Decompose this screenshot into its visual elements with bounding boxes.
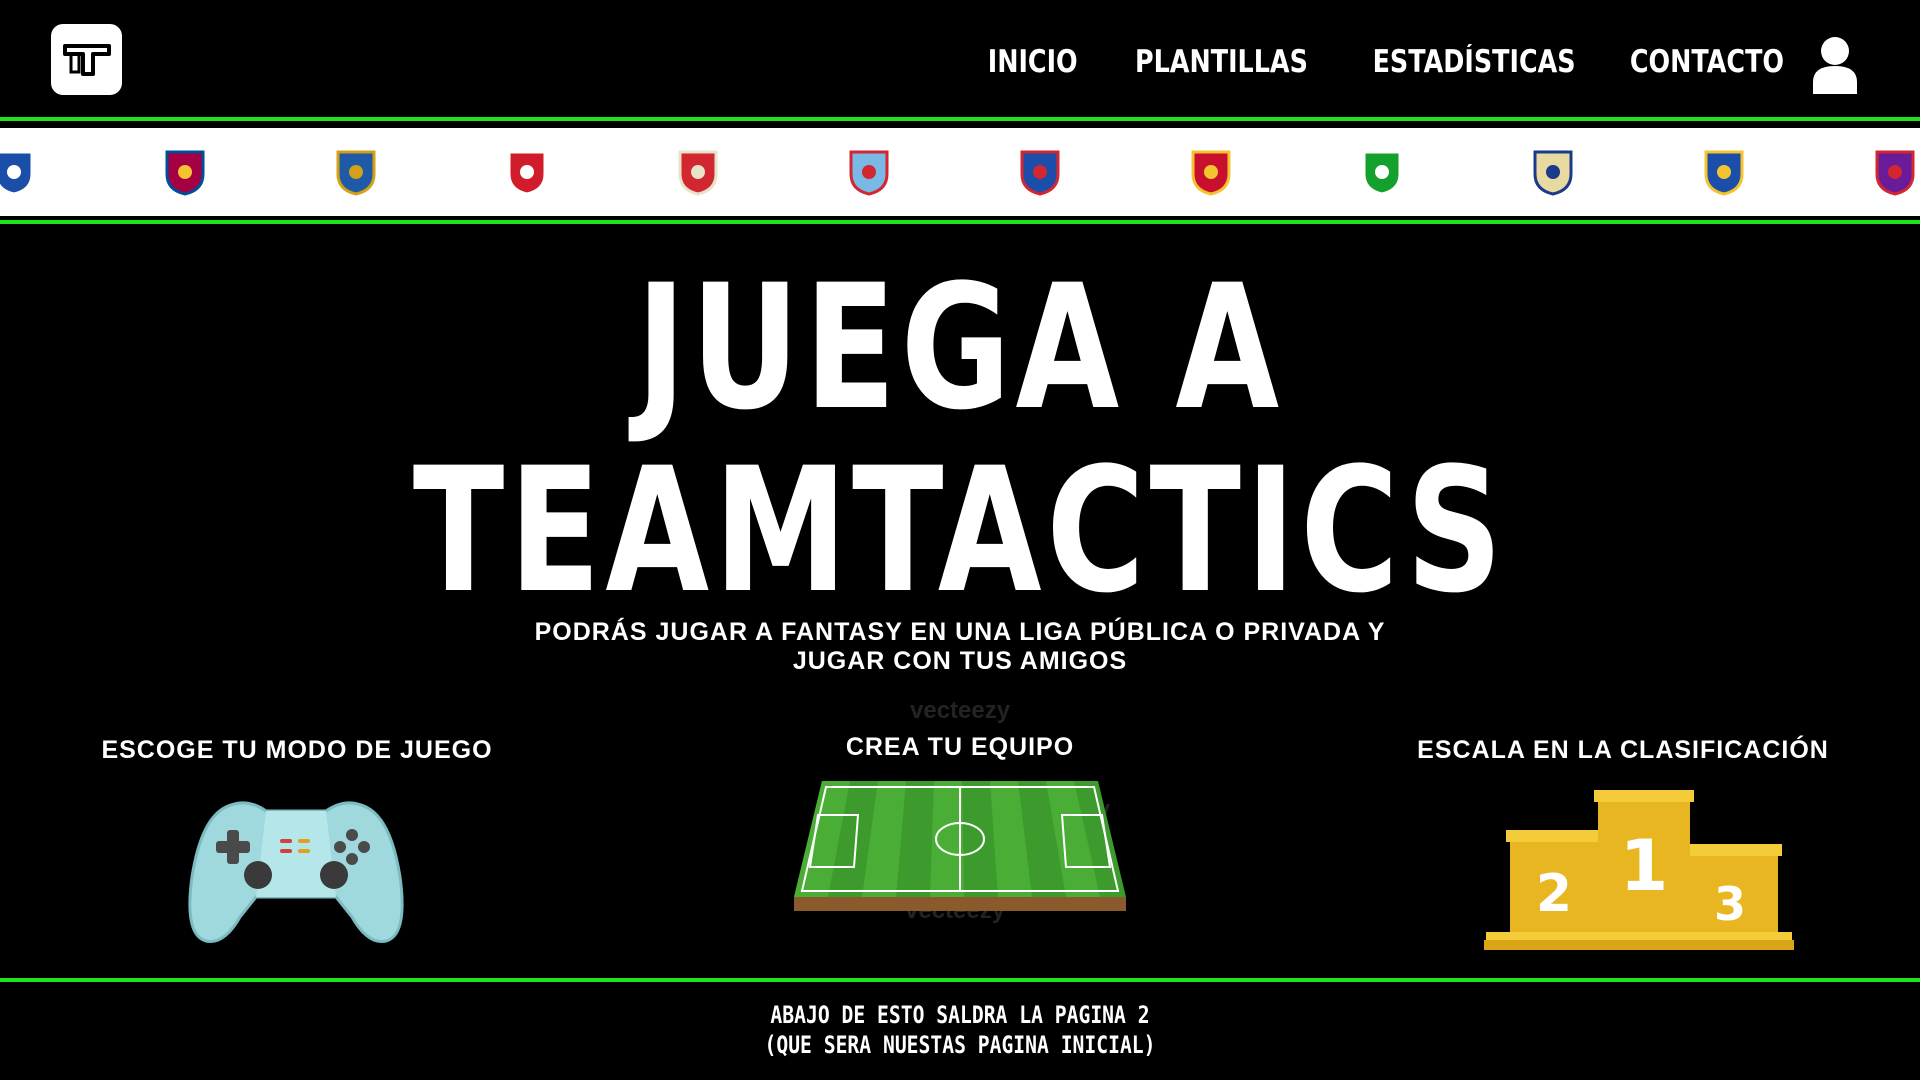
footer-note-line2: (QUE SERA NUESTAS PAGINA INICIAL) <box>764 1031 1156 1059</box>
team-logos: Alavés FC Barcelona Getafe Girona Rayo Valle… <box>0 150 1915 196</box>
header-divider <box>0 117 1920 121</box>
hero-subtitle: PODRÁS JUGAR A FANTASY EN UNA LIGA PÚBLI… <box>534 618 1386 675</box>
crest-getafe-icon[interactable]: Getafe <box>336 150 376 196</box>
crest-alaves-icon[interactable]: Alavés <box>0 150 34 196</box>
feature-label-ranking: ESCALA EN LA CLASIFICACIÓN <box>1417 736 1829 764</box>
crest-celta-de-vigo-icon[interactable]: Celta de Vigo <box>849 150 889 196</box>
nav-estadisticas[interactable]: ESTADÍSTICAS <box>1373 44 1576 80</box>
feature-label-game-mode: ESCOGE TU MODO DE JUEGO <box>101 736 493 764</box>
nav-contacto[interactable]: CONTACTO <box>1630 44 1784 80</box>
gamepad-icon <box>188 801 404 943</box>
football-pitch-icon <box>794 781 1126 911</box>
nav-plantillas[interactable]: PLANTILLAS <box>1135 44 1308 80</box>
hero-title-line2: TEAMTACTICS <box>412 430 1508 631</box>
crest-real-betis-icon[interactable]: Real Betis <box>1362 150 1402 196</box>
teamtactics-logo[interactable] <box>51 24 122 95</box>
crest-fc-barcelona-icon[interactable]: FC Barcelona <box>165 150 205 196</box>
main-nav: INICIO PLANTILLAS ESTADÍSTICAS CONTACTO <box>968 44 1784 80</box>
podium-icon: 1 2 3 <box>1484 790 1794 950</box>
svg-text:2: 2 <box>1536 864 1572 924</box>
feature-label-create-team: CREA TU EQUIPO <box>845 733 1075 761</box>
user-account-icon[interactable] <box>1812 36 1858 94</box>
watermark-1: vecteezy <box>910 697 1011 724</box>
team-logos-strip: Alavés FC Barcelona Getafe Girona Rayo Valle… <box>0 128 1920 216</box>
top-header: INICIO PLANTILLAS ESTADÍSTICAS CONTACTO <box>0 0 1920 118</box>
footer-note-line1: ABAJO DE ESTO SALDRA LA PAGINA 2 <box>770 1001 1150 1029</box>
crest-mallorca-icon[interactable]: Mallorca <box>1191 150 1231 196</box>
hero-title-line1: JUEGA A <box>636 247 1284 448</box>
crest-espanyol-icon[interactable]: Espanyol <box>1020 150 1060 196</box>
crest-real-madrid-icon[interactable]: Real Madrid <box>1533 150 1573 196</box>
footer-divider <box>0 978 1920 982</box>
teams-divider-top <box>0 216 1920 219</box>
footer-note: ABAJO DE ESTO SALDRA LA PAGINA 2 (QUE SE… <box>173 1000 1747 1060</box>
svg-text:1: 1 <box>1620 825 1669 907</box>
crest-girona-icon[interactable]: Girona <box>507 150 547 196</box>
svg-text:3: 3 <box>1714 877 1746 931</box>
teamtactics-logo-icon <box>62 43 111 76</box>
crest-real-valladolid-icon[interactable]: Real Valladolid <box>1875 150 1915 196</box>
crest-real-sociedad-icon[interactable]: Real Sociedad <box>1704 150 1744 196</box>
teams-divider <box>0 220 1920 224</box>
crest-rayo-vallecano-icon[interactable]: Rayo Vallecano <box>678 150 718 196</box>
nav-inicio[interactable]: INICIO <box>988 44 1078 80</box>
